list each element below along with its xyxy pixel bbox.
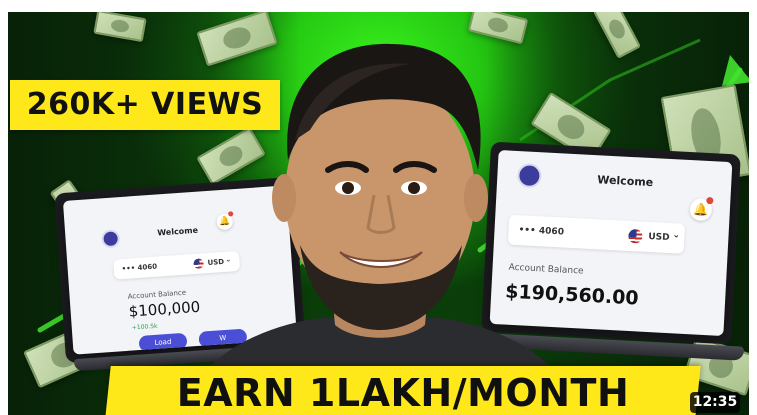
account-number: ••• 4060 bbox=[121, 262, 158, 274]
notification-dot bbox=[706, 196, 714, 205]
thumbnail-frame-right bbox=[749, 0, 757, 415]
thumbnail-frame-left bbox=[0, 0, 8, 415]
video-thumbnail[interactable]: Welcome 🔔 ••• 4060 USD ⌄ Account Balance… bbox=[0, 0, 757, 415]
us-flag-icon bbox=[628, 228, 643, 244]
infinity-logo-icon bbox=[101, 229, 121, 249]
currency-selector[interactable]: USD bbox=[648, 232, 670, 243]
video-duration-badge: 12:35 bbox=[690, 392, 740, 413]
thumbnail-frame-top bbox=[0, 0, 757, 12]
chevron-down-icon: ⌄ bbox=[672, 230, 681, 241]
views-count-label: 260K+ VIEWS bbox=[26, 87, 264, 122]
headline-text: EARN 1LAKH/MONTH bbox=[176, 371, 630, 415]
welcome-title: Welcome bbox=[596, 173, 654, 190]
balance-delta: +100.5k bbox=[131, 322, 158, 332]
